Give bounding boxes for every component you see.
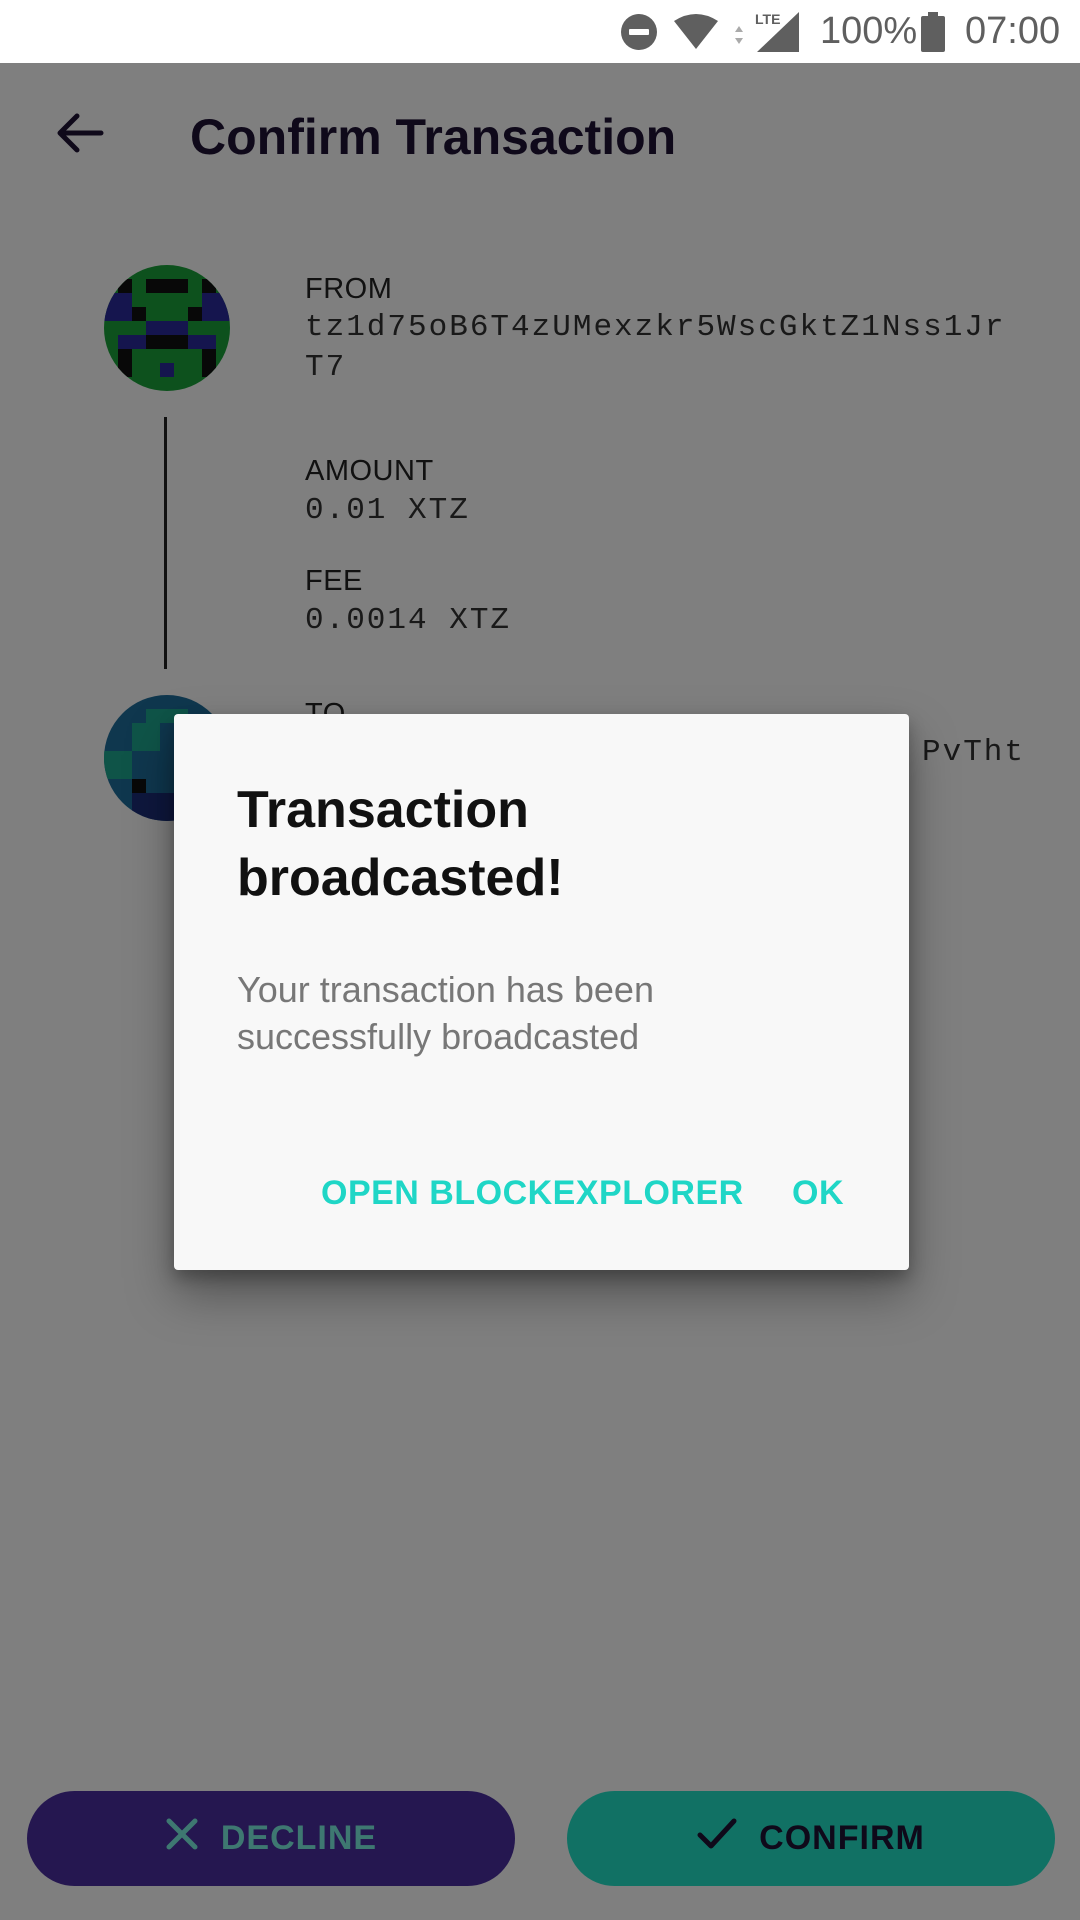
status-bar: LTE 100% 07:00 <box>0 0 1080 63</box>
dialog-message: Your transaction has been successfully b… <box>237 969 654 1057</box>
open-blockexplorer-button[interactable]: OPEN BLOCKEXPLORER <box>321 1174 744 1213</box>
broadcast-success-dialog: Transaction broadcasted! Your transactio… <box>174 714 909 1270</box>
battery-percent: 100% <box>820 10 918 52</box>
do-not-disturb-icon <box>620 0 660 63</box>
svg-text:LTE: LTE <box>755 11 780 27</box>
battery-icon <box>920 0 950 63</box>
ok-button[interactable]: OK <box>792 1174 844 1213</box>
wifi-icon <box>672 0 722 63</box>
lte-signal-icon: LTE <box>733 0 803 63</box>
clock: 07:00 <box>965 10 1061 52</box>
dialog-title: Transaction broadcasted! <box>237 781 564 907</box>
